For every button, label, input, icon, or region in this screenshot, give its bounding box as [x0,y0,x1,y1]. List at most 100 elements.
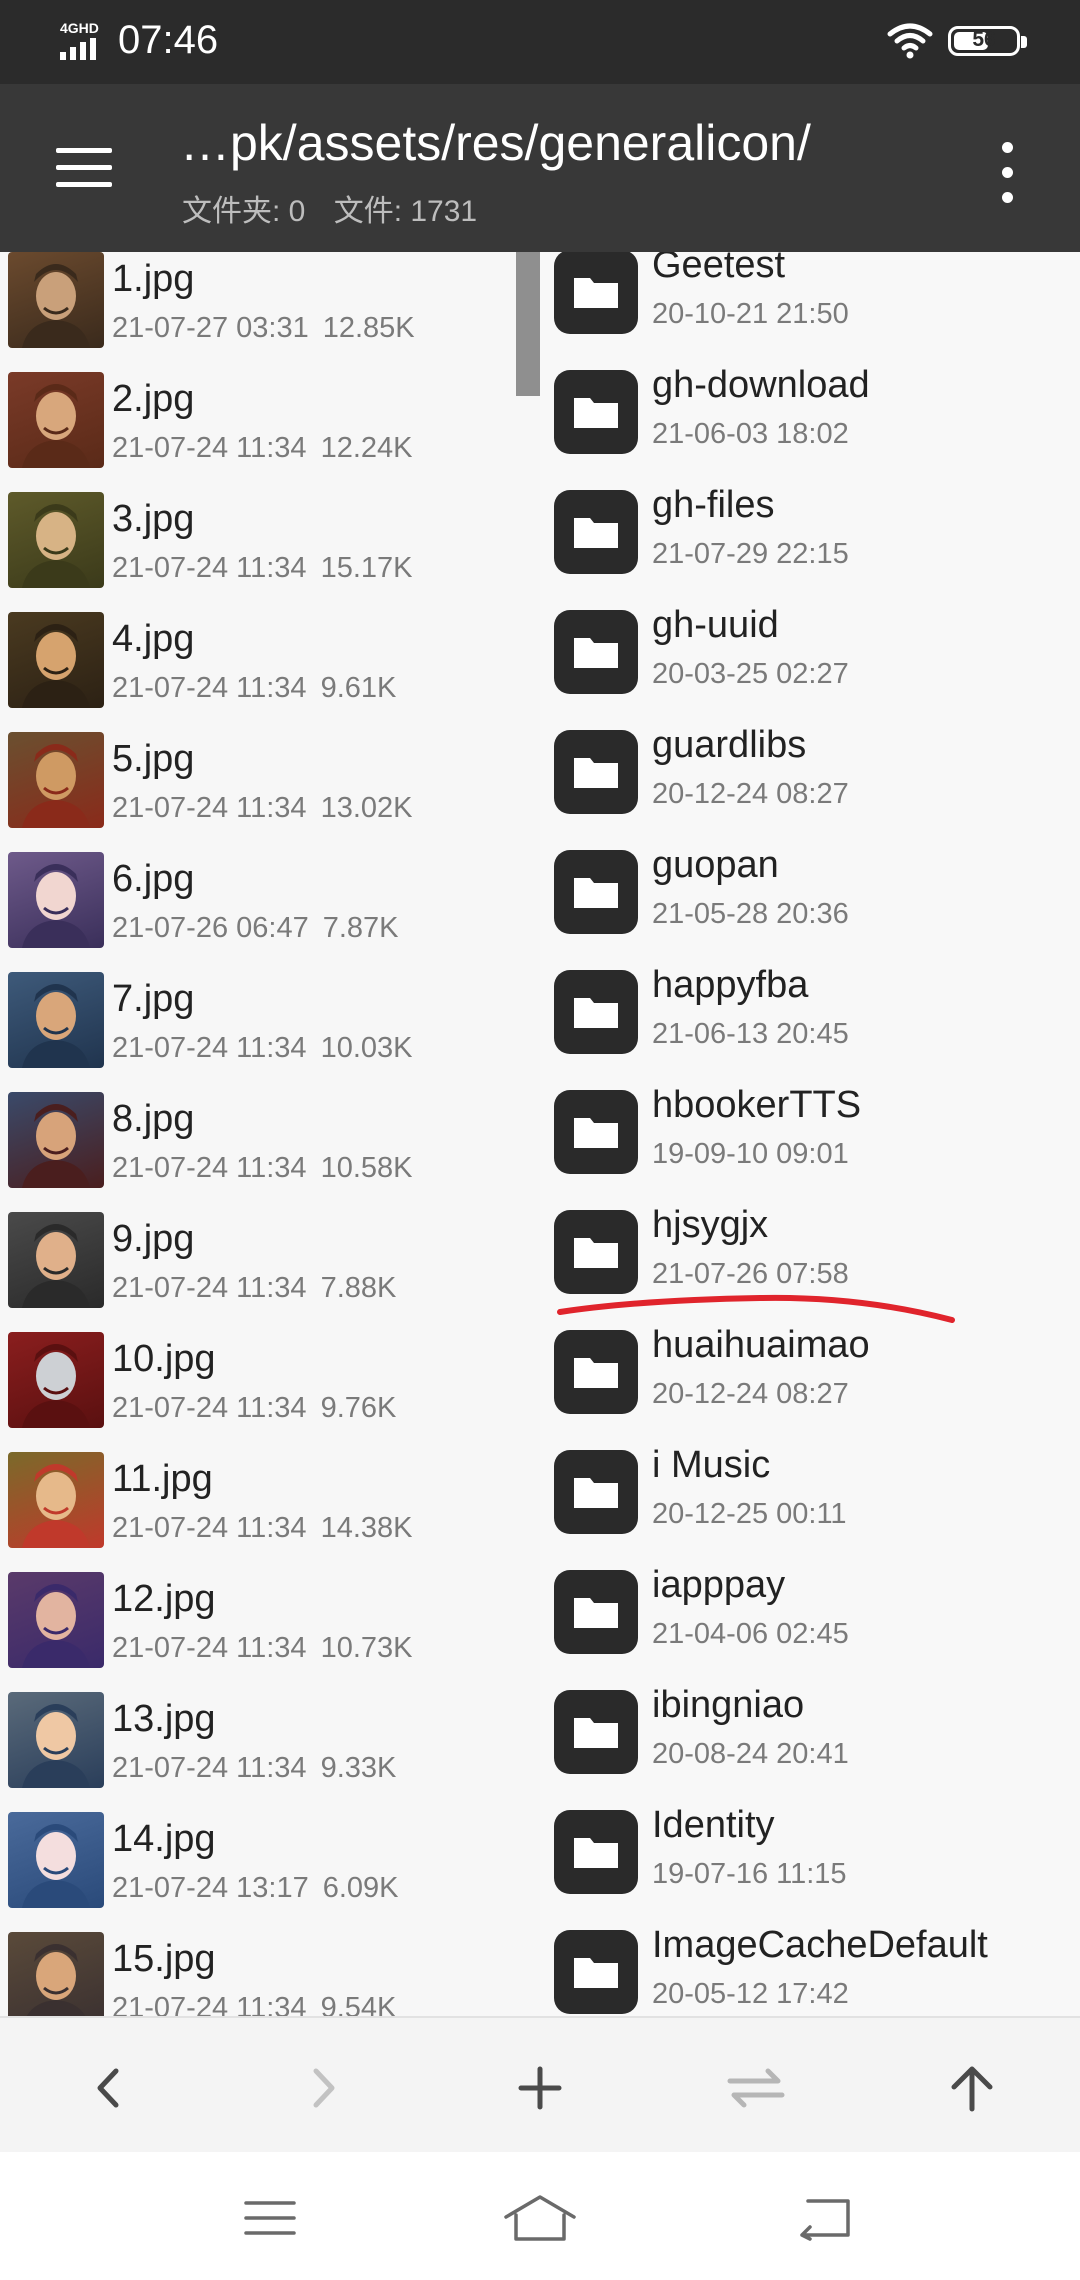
file-date: 21-07-24 11:34 [112,1632,307,1664]
folder-row[interactable]: ImageCacheDefault 20-05-12 17:42 [540,1922,1080,2016]
folder-meta: 21-06-03 18:02 [652,418,849,451]
menu-icon [244,2201,296,2235]
folder-row[interactable]: gh-files 21-07-29 22:15 [540,482,1080,602]
current-path[interactable]: …pk/assets/res/generalicon/ [180,114,940,172]
add-button[interactable] [500,2048,580,2128]
file-row[interactable]: 15.jpg 21-07-24 11:34 9.54K [0,1928,540,2016]
folder-list: Geetest 20-10-21 21:50 gh-download 21-06-03… [540,252,1080,2016]
file-date: 21-07-24 11:34 [112,1152,307,1184]
app-toolbar: …pk/assets/res/generalicon/ 文件夹: 0 文件: 1… [0,84,1080,252]
file-row[interactable]: 3.jpg 21-07-24 11:34 15.17K [0,488,540,608]
folder-row[interactable]: i Music 20-12-25 00:11 [540,1442,1080,1562]
action-bar [0,2016,1080,2152]
folder-meta: 20-12-24 08:27 [652,1378,849,1411]
recents-button[interactable] [230,2188,310,2248]
folder-date: 21-06-13 20:45 [652,1018,849,1050]
file-row[interactable]: 4.jpg 21-07-24 11:34 9.61K [0,608,540,728]
folder-name: hbookerTTS [652,1084,862,1126]
folder-row[interactable]: gh-uuid 20-03-25 02:27 [540,602,1080,722]
folder-name: Geetest [652,252,786,286]
folder-icon [554,370,638,454]
file-row[interactable]: 12.jpg 21-07-24 11:34 10.73K [0,1568,540,1688]
folder-date: 20-12-24 08:27 [652,778,849,810]
folder-row[interactable]: happyfba 21-06-13 20:45 [540,962,1080,1082]
forward-button[interactable] [284,2048,364,2128]
file-name: 3.jpg [112,498,195,540]
image-thumbnail [8,1692,104,1788]
swap-panes-button[interactable] [716,2048,796,2128]
file-row[interactable]: 1.jpg 21-07-27 03:31 12.85K [0,252,540,368]
folder-meta: 21-05-28 20:36 [652,898,849,931]
folder-row[interactable]: ibingniao 20-08-24 20:41 [540,1682,1080,1802]
image-thumbnail [8,732,104,828]
file-name: 2.jpg [112,378,195,420]
image-thumbnail [8,1572,104,1668]
folder-row[interactable]: Geetest 20-10-21 21:50 [540,252,1080,362]
folder-row[interactable]: guopan 21-05-28 20:36 [540,842,1080,962]
file-name: 12.jpg [112,1578,216,1620]
file-size: 9.61K [320,672,397,704]
file-row[interactable]: 6.jpg 21-07-26 06:47 7.87K [0,848,540,968]
folder-date: 20-10-21 21:50 [652,298,849,330]
file-row[interactable]: 9.jpg 21-07-24 11:34 7.88K [0,1208,540,1328]
image-thumbnail [8,612,104,708]
image-thumbnail [8,372,104,468]
file-row[interactable]: 7.jpg 21-07-24 11:34 10.03K [0,968,540,1088]
scrollbar-thumb[interactable] [516,252,540,396]
file-row[interactable]: 13.jpg 21-07-24 11:34 9.33K [0,1688,540,1808]
file-date: 21-07-24 13:17 [112,1872,309,1904]
file-date: 21-07-24 11:34 [112,672,307,704]
folder-meta: 19-09-10 09:01 [652,1138,849,1171]
file-meta: 21-07-24 13:17 6.09K [112,1872,399,1905]
file-name: 8.jpg [112,1098,195,1140]
file-meta: 21-07-27 03:31 12.85K [112,312,415,345]
return-icon [800,2199,850,2241]
folder-meta: 20-10-21 21:50 [652,298,849,331]
file-meta: 21-07-24 11:34 12.24K [112,432,412,465]
battery-level: 56 [972,28,996,51]
forward-icon [313,2068,335,2108]
file-name: 1.jpg [112,258,195,300]
up-directory-button[interactable] [932,2048,1012,2128]
more-options-button[interactable] [990,138,1024,208]
back-button[interactable] [68,2048,148,2128]
back-nav-button[interactable] [784,2188,864,2248]
file-row[interactable]: 14.jpg 21-07-24 13:17 6.09K [0,1808,540,1928]
folder-icon [554,1810,638,1894]
file-meta: 21-07-24 11:34 13.02K [112,792,412,825]
home-button[interactable] [500,2188,580,2248]
folder-row[interactable]: Identity 19-07-16 11:15 [540,1802,1080,1922]
file-row[interactable]: 5.jpg 21-07-24 11:34 13.02K [0,728,540,848]
file-row[interactable]: 10.jpg 21-07-24 11:34 9.76K [0,1328,540,1448]
file-row[interactable]: 2.jpg 21-07-24 11:34 12.24K [0,368,540,488]
folder-row[interactable]: gh-download 21-06-03 18:02 [540,362,1080,482]
folder-name: Identity [652,1804,775,1846]
image-thumbnail [8,252,104,348]
image-thumbnail [8,1452,104,1548]
folder-date: 21-07-29 22:15 [652,538,849,570]
file-size: 10.03K [320,1032,413,1064]
file-meta: 21-07-24 11:34 14.38K [112,1512,412,1545]
folder-icon [554,1450,638,1534]
folder-icon [554,252,638,334]
right-folder-pane[interactable]: Geetest 20-10-21 21:50 gh-download 21-06-03… [540,252,1080,2016]
file-row[interactable]: 8.jpg 21-07-24 11:34 10.58K [0,1088,540,1208]
folder-meta: 20-12-24 08:27 [652,778,849,811]
file-meta: 21-07-24 11:34 10.03K [112,1032,412,1065]
file-row[interactable]: 11.jpg 21-07-24 11:34 14.38K [0,1448,540,1568]
file-date: 21-07-24 11:34 [112,1752,307,1784]
battery-icon: 56 [948,26,1027,56]
folder-row[interactable]: huaihuaimao 20-12-24 08:27 [540,1322,1080,1442]
left-file-pane[interactable]: 1.jpg 21-07-27 03:31 12.85K 2.jpg 21-07-24 1… [0,252,540,2016]
file-meta: 21-07-24 11:34 7.88K [112,1272,396,1305]
folder-name: guardlibs [652,724,807,766]
folder-row[interactable]: hbookerTTS 19-09-10 09:01 [540,1082,1080,1202]
folder-name: huaihuaimao [652,1324,870,1366]
add-icon [518,2066,562,2110]
folder-row[interactable]: guardlibs 20-12-24 08:27 [540,722,1080,842]
folder-row[interactable]: hjsygjx 21-07-26 07:58 [540,1202,1080,1322]
status-bar: 4GHD 07:46 56 [0,0,1080,84]
folder-meta: 19-07-16 11:15 [652,1858,847,1891]
folder-row[interactable]: iapppay 21-04-06 02:45 [540,1562,1080,1682]
menu-button[interactable] [48,138,120,198]
